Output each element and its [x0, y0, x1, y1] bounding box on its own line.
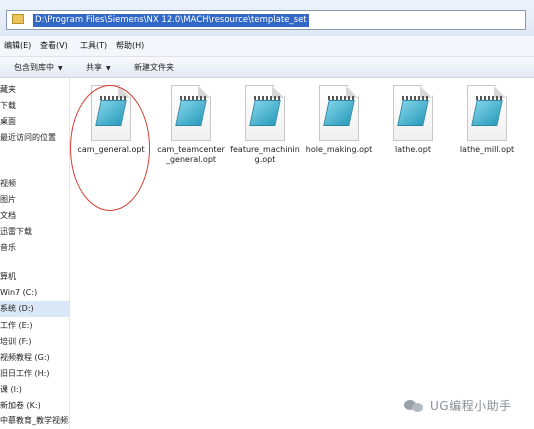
menu-bar: 编辑(E) 查看(V) 工具(T) 帮助(H) [0, 36, 534, 57]
chevron-down-icon: ▼ [106, 65, 111, 72]
nav-item-drive-k[interactable]: 新加卷 (K:) [0, 398, 41, 414]
nav-item-favorites[interactable]: 藏夹 [0, 82, 16, 98]
nav-item-network-folder[interactable]: 中慕教育_教学视频2 [0, 413, 70, 429]
new-folder-button[interactable]: 新建文件夹 [134, 62, 174, 73]
document-icon [171, 85, 211, 141]
file-item[interactable]: cam_teamcenter_general.opt [156, 85, 226, 165]
nav-item-drive-f[interactable]: 培训 (F:) [0, 334, 31, 350]
file-item[interactable]: lathe_mill.opt [452, 85, 522, 155]
nav-item-documents[interactable]: 文档 [0, 208, 16, 224]
share-button[interactable]: 共享 ▼ [86, 62, 111, 73]
menu-tools[interactable]: 工具(T) [80, 40, 107, 51]
nav-item-drive-c[interactable]: Win7 (C:) [0, 285, 37, 301]
file-item[interactable]: hole_making.opt [304, 85, 374, 155]
nav-item-recent[interactable]: 最近访问的位置 [0, 130, 56, 146]
include-in-library-button[interactable]: 包含到库中 ▼ [14, 62, 63, 73]
folder-icon [12, 14, 24, 24]
watermark: UG编程小助手 [404, 394, 512, 416]
nav-item-downloads[interactable]: 下载 [0, 98, 16, 114]
nav-item-drive-h[interactable]: 旧日工作 (H:) [0, 366, 50, 382]
address-bar-area: D:\Program Files\Siemens\NX 12.0\MACH\re… [0, 0, 534, 36]
nav-item-xunlei[interactable]: 迅雷下载 [0, 224, 32, 240]
file-name: lathe.opt [395, 145, 431, 154]
menu-help[interactable]: 帮助(H) [116, 40, 144, 51]
nav-item-drive-e[interactable]: 工作 (E:) [0, 318, 33, 334]
nav-item-drive-d[interactable]: 系统 (D:) [0, 301, 70, 317]
annotation-circle [70, 85, 150, 211]
address-bar[interactable]: D:\Program Files\Siemens\NX 12.0\MACH\re… [6, 10, 526, 30]
nav-item-drive-i[interactable]: 课 (I:) [0, 382, 22, 398]
navigation-pane: 藏夹 下载 桌面 最近访问的位置 视频 图片 文档 迅雷下载 音乐 算机 Win… [0, 78, 70, 429]
nav-item-pictures[interactable]: 图片 [0, 192, 16, 208]
menu-edit[interactable]: 编辑(E) [4, 40, 31, 51]
document-icon [393, 85, 433, 141]
wechat-icon [404, 398, 424, 412]
nav-item-music[interactable]: 音乐 [0, 240, 16, 256]
nav-item-videos[interactable]: 视频 [0, 176, 16, 192]
watermark-text: UG编程小助手 [430, 398, 512, 413]
toolbar: 包含到库中 ▼ 共享 ▼ 新建文件夹 [0, 57, 534, 78]
menu-view[interactable]: 查看(V) [40, 40, 68, 51]
file-name: lathe_mill.opt [459, 145, 515, 154]
nav-item-computer[interactable]: 算机 [0, 269, 16, 285]
share-label: 共享 [86, 63, 102, 72]
document-icon [245, 85, 285, 141]
document-icon [319, 85, 359, 141]
file-name: cam_teamcenter_general.opt [157, 145, 225, 164]
file-item[interactable]: lathe.opt [378, 85, 448, 155]
pane-divider[interactable] [69, 78, 70, 429]
nav-item-desktop[interactable]: 桌面 [0, 114, 16, 130]
file-item[interactable]: feature_machining.opt [230, 85, 300, 165]
document-icon [467, 85, 507, 141]
address-path[interactable]: D:\Program Files\Siemens\NX 12.0\MACH\re… [33, 14, 309, 27]
chevron-down-icon: ▼ [58, 65, 63, 72]
file-name: hole_making.opt [305, 145, 373, 154]
file-name: feature_machining.opt [230, 145, 300, 164]
nav-item-drive-g[interactable]: 视频教程 (G:) [0, 350, 50, 366]
include-in-library-label: 包含到库中 [14, 63, 54, 72]
